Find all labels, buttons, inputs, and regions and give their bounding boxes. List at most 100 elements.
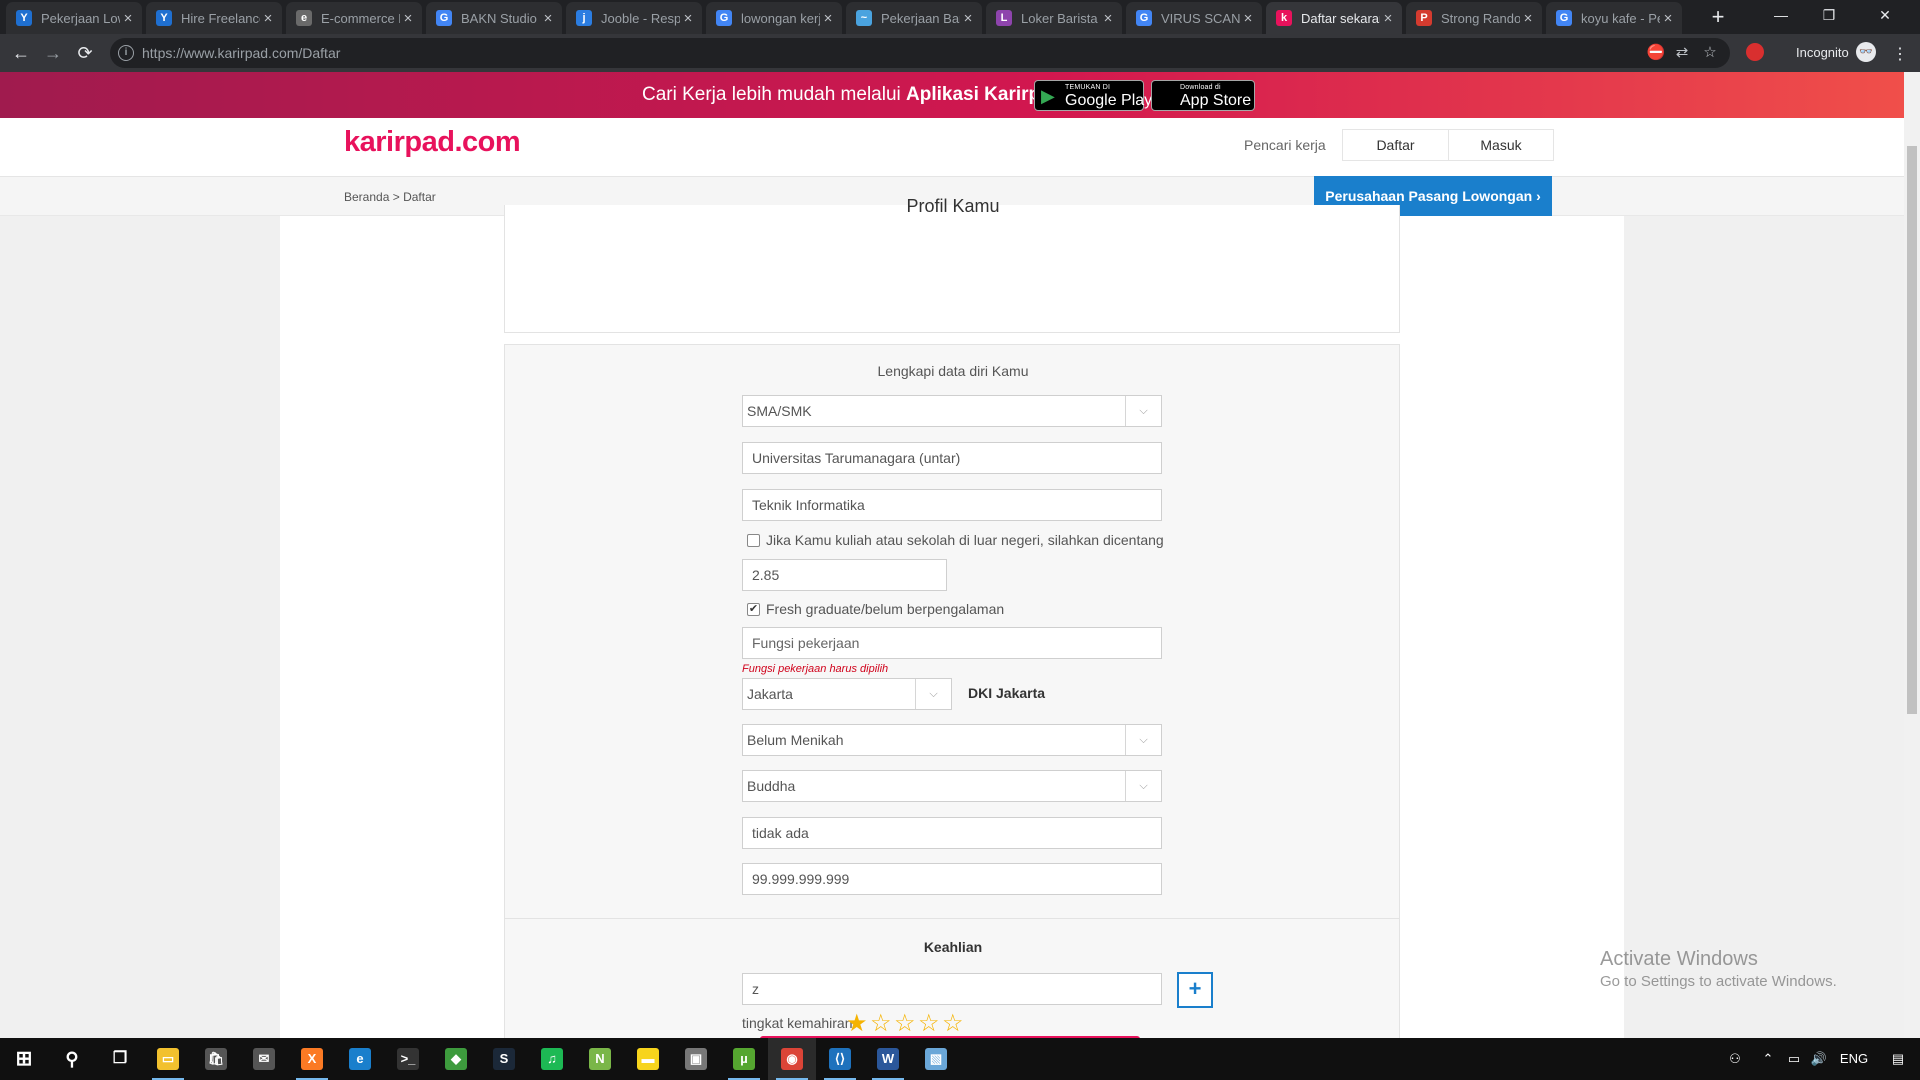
browser-tab[interactable]: Y Hire Freelancers× bbox=[146, 2, 282, 34]
page-scrollbar[interactable] bbox=[1904, 72, 1920, 1038]
browser-tab[interactable]: k Daftar sekarang× bbox=[1266, 2, 1402, 34]
browser-tab[interactable]: ~ Pekerjaan Barista× bbox=[846, 2, 982, 34]
taskbar-spotify[interactable]: ♫ bbox=[528, 1038, 576, 1080]
taskbar-notepad-plus[interactable]: N bbox=[576, 1038, 624, 1080]
browser-tab[interactable]: Y Pekerjaan Lowongan× bbox=[6, 2, 142, 34]
taskbar-edge[interactable]: e bbox=[336, 1038, 384, 1080]
close-tab-icon[interactable]: × bbox=[960, 10, 976, 27]
taskbar-vscode[interactable]: ⟨⟩ bbox=[816, 1038, 864, 1080]
site-info-icon[interactable]: i bbox=[118, 45, 134, 61]
star-empty-icon[interactable]: ☆ bbox=[942, 1009, 964, 1038]
restore-button[interactable]: ❐ bbox=[1806, 0, 1852, 30]
close-tab-icon[interactable]: × bbox=[400, 10, 416, 27]
browser-tab[interactable]: j Jooble - Responsive× bbox=[566, 2, 702, 34]
abroad-checkbox[interactable] bbox=[747, 534, 760, 547]
taskbar-xampp[interactable]: X bbox=[288, 1038, 336, 1080]
browser-tab-strip: YPekerjaan Lowongan×YHire Freelancers×eE… bbox=[0, 0, 1920, 34]
incognito-icon[interactable]: 👓 bbox=[1856, 42, 1876, 62]
city-select[interactable]: Jakarta ⌵ bbox=[742, 678, 952, 710]
windows-activation-watermark: Activate Windows Go to Settings to activ… bbox=[1600, 948, 1837, 990]
close-tab-icon[interactable]: × bbox=[1100, 10, 1116, 27]
minimize-button[interactable]: — bbox=[1758, 0, 1804, 30]
major-input[interactable]: Teknik Informatika bbox=[742, 489, 1162, 521]
text-input-10[interactable]: 99.999.999.999 bbox=[742, 863, 1162, 895]
gpa-input[interactable]: 2.85 bbox=[742, 559, 947, 591]
close-tab-icon[interactable]: × bbox=[820, 10, 836, 27]
taskbar-word[interactable]: W bbox=[864, 1038, 912, 1080]
volume-icon[interactable]: 🔊 bbox=[1806, 1038, 1832, 1080]
university-input[interactable]: Universitas Tarumanagara (untar) bbox=[742, 442, 1162, 474]
blocked-popup-icon[interactable]: ⛔ bbox=[1646, 43, 1666, 63]
close-tab-icon[interactable]: × bbox=[1660, 10, 1676, 27]
taskbar-utorrent[interactable]: µ bbox=[720, 1038, 768, 1080]
language-indicator[interactable]: ENG bbox=[1834, 1038, 1874, 1080]
education-value: SMA/SMK bbox=[747, 403, 812, 419]
close-tab-icon[interactable]: × bbox=[120, 10, 136, 27]
education-select[interactable]: SMA/SMK ⌵ bbox=[742, 395, 1162, 427]
back-button[interactable]: ← bbox=[8, 40, 34, 66]
breadcrumb-home[interactable]: Beranda bbox=[344, 190, 389, 204]
people-icon[interactable]: ⚇ bbox=[1720, 1038, 1750, 1080]
star-empty-icon[interactable]: ☆ bbox=[918, 1009, 940, 1038]
taskbar-git[interactable]: ◆ bbox=[432, 1038, 480, 1080]
reload-button[interactable]: ⟳ bbox=[72, 40, 98, 66]
close-tab-icon[interactable]: × bbox=[1240, 10, 1256, 27]
taskbar-store[interactable]: 🛍 bbox=[192, 1038, 240, 1080]
extension-icon[interactable] bbox=[1746, 43, 1764, 61]
star-empty-icon[interactable]: ☆ bbox=[870, 1009, 892, 1038]
taskbar-chrome[interactable]: ◉ bbox=[768, 1038, 816, 1080]
taskbar-sticky-notes[interactable]: ▬ bbox=[624, 1038, 672, 1080]
marital-status-select[interactable]: Belum Menikah ⌵ bbox=[742, 724, 1162, 756]
register-button[interactable]: Daftar bbox=[1342, 129, 1449, 161]
login-button[interactable]: Masuk bbox=[1448, 129, 1554, 161]
star-filled-icon[interactable]: ★ bbox=[846, 1009, 868, 1038]
translate-icon[interactable]: ⇄ bbox=[1672, 43, 1692, 63]
start-button[interactable]: ⊞ bbox=[0, 1038, 48, 1080]
browser-tab[interactable]: Glowongan kerja × bbox=[706, 2, 842, 34]
fresh-graduate-checkbox[interactable]: ✔ bbox=[747, 603, 760, 616]
job-function-input[interactable]: Fungsi pekerjaan bbox=[742, 627, 1162, 659]
browser-tab[interactable]: G VIRUS SCANNER× bbox=[1126, 2, 1262, 34]
job-seeker-link[interactable]: Pencari kerja bbox=[1244, 137, 1326, 153]
skill-level-label: tingkat kemahiran bbox=[742, 1015, 853, 1031]
google-play-badge[interactable]: ▶ TEMUKAN DI Google Play bbox=[1034, 80, 1152, 111]
skill-input[interactable]: z bbox=[742, 973, 1162, 1005]
browser-tab[interactable]: Gkoyu kafe - Penelusuran× bbox=[1546, 2, 1682, 34]
app-store-badge[interactable]: Download di App Store bbox=[1151, 80, 1255, 111]
taskbar-file-explorer[interactable]: ▭ bbox=[144, 1038, 192, 1080]
religion-select[interactable]: Buddha ⌵ bbox=[742, 770, 1162, 802]
forward-button[interactable]: → bbox=[40, 40, 66, 66]
taskbar-remote[interactable]: ▧ bbox=[912, 1038, 960, 1080]
taskbar-mail[interactable]: ✉ bbox=[240, 1038, 288, 1080]
karirpad-logo[interactable]: karirpad.com bbox=[344, 126, 521, 159]
close-tab-icon[interactable]: × bbox=[680, 10, 696, 27]
close-tab-icon[interactable]: × bbox=[540, 10, 556, 27]
taskbar-terminal[interactable]: >_ bbox=[384, 1038, 432, 1080]
chevron-up-icon[interactable]: ⌃ bbox=[1756, 1038, 1780, 1080]
taskbar-photos[interactable]: ▣ bbox=[672, 1038, 720, 1080]
address-bar[interactable]: i https://www.karirpad.com/Daftar ⛔ ⇄ ☆ bbox=[110, 38, 1730, 68]
browser-tab[interactable]: G BAKN Studio - Google× bbox=[426, 2, 562, 34]
text-input-9[interactable]: tidak ada bbox=[742, 817, 1162, 849]
notification-icon[interactable]: ▤ bbox=[1880, 1038, 1916, 1080]
task-view-button[interactable]: ❐ bbox=[96, 1038, 144, 1080]
browser-tab[interactable]: P Strong Random× bbox=[1406, 2, 1542, 34]
scrollbar-thumb[interactable] bbox=[1907, 146, 1917, 714]
browser-tab[interactable]: e E-commerce Platform× bbox=[286, 2, 422, 34]
tab-favicon-icon: G bbox=[1136, 10, 1152, 26]
new-tab-button[interactable]: + bbox=[1704, 4, 1732, 32]
browser-tab[interactable]: L Loker Barista Jakarta× bbox=[986, 2, 1122, 34]
search-button[interactable]: ⚲ bbox=[48, 1038, 96, 1080]
network-icon[interactable]: ▭ bbox=[1782, 1038, 1806, 1080]
add-skill-button[interactable]: + bbox=[1177, 972, 1213, 1008]
star-empty-icon[interactable]: ☆ bbox=[894, 1009, 916, 1038]
url-text[interactable]: https://www.karirpad.com/Daftar bbox=[142, 45, 340, 61]
google-play-big-text: Google Play bbox=[1065, 92, 1153, 109]
close-tab-icon[interactable]: × bbox=[1520, 10, 1536, 27]
close-window-button[interactable]: ✕ bbox=[1862, 0, 1908, 30]
browser-menu-icon[interactable]: ⋮ bbox=[1892, 44, 1908, 64]
close-tab-icon[interactable]: × bbox=[260, 10, 276, 27]
close-tab-icon[interactable]: × bbox=[1380, 10, 1396, 27]
bookmark-star-icon[interactable]: ☆ bbox=[1700, 43, 1720, 63]
taskbar-steam[interactable]: S bbox=[480, 1038, 528, 1080]
